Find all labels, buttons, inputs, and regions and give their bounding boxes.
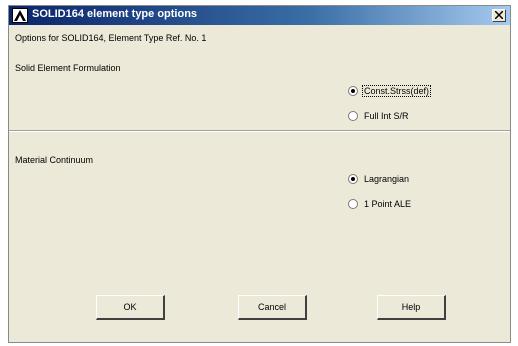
radio-const-strss[interactable]: Const.Strss(def) — [348, 85, 432, 97]
formulation-label: Solid Element Formulation — [15, 63, 121, 73]
close-icon — [495, 11, 503, 19]
close-button[interactable] — [492, 9, 506, 22]
options-header-label: Options for SOLID164, Element Type Ref. … — [15, 33, 207, 43]
radio-label: 1 Point ALE — [364, 199, 412, 209]
title-bar[interactable]: SOLID164 element type options — [9, 6, 510, 25]
radio-1-point-ale[interactable]: 1 Point ALE — [348, 198, 412, 210]
section-divider — [9, 130, 510, 132]
cancel-button[interactable]: Cancel — [238, 295, 307, 320]
radio-lagrangian[interactable]: Lagrangian — [348, 173, 410, 185]
radio-button[interactable] — [348, 86, 358, 96]
help-button[interactable]: Help — [377, 295, 446, 320]
radio-button[interactable] — [348, 199, 358, 209]
radio-button[interactable] — [348, 111, 358, 121]
window-title: SOLID164 element type options — [32, 8, 198, 20]
radio-label: Lagrangian — [364, 174, 410, 184]
radio-button[interactable] — [348, 174, 358, 184]
ok-button[interactable]: OK — [96, 295, 165, 320]
radio-label: Full Int S/R — [364, 111, 409, 121]
dialog-window: SOLID164 element type options Options fo… — [8, 5, 511, 343]
ansys-logo-icon — [12, 8, 28, 23]
continuum-label: Material Continuum — [15, 155, 94, 165]
radio-label: Const.Strss(def) — [361, 85, 432, 97]
radio-full-int[interactable]: Full Int S/R — [348, 110, 410, 122]
